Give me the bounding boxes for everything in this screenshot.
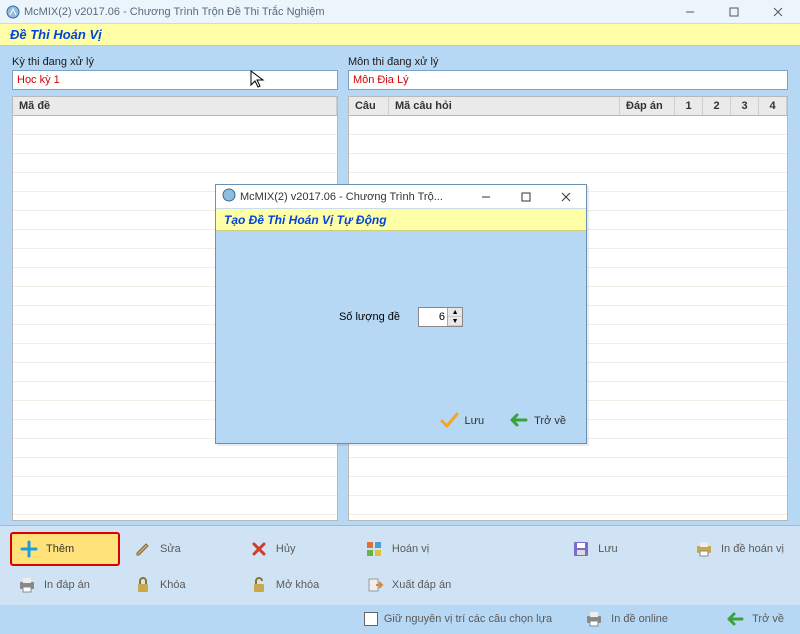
print-online-label: In đề online <box>611 613 668 625</box>
arrow-left-icon <box>724 608 746 630</box>
export-answer-button[interactable]: Xuất đáp án <box>358 570 558 600</box>
lock-icon <box>132 574 154 596</box>
dialog-minimize-button[interactable] <box>466 185 506 209</box>
dialog-maximize-button[interactable] <box>506 185 546 209</box>
back-button[interactable]: Trở về <box>718 604 790 634</box>
print-answer-label: In đáp án <box>44 579 90 591</box>
page-heading: Đề Thi Hoán Vị <box>10 27 102 42</box>
add-label: Thêm <box>46 543 74 555</box>
delete-label: Hủy <box>276 543 296 555</box>
keep-position-label: Giữ nguyên vị trí các câu chọn lựa <box>384 613 552 625</box>
dialog-back-button[interactable]: Trở về <box>508 412 566 431</box>
permute-label: Hoán vị <box>392 543 429 555</box>
app-icon <box>222 188 236 205</box>
spin-down-button[interactable]: ▼ <box>448 317 462 326</box>
dialog-heading-strip: Tạo Đề Thi Hoán Vị Tự Động <box>216 209 586 231</box>
exam-period-label: Kỳ thi đang xử lý <box>12 56 338 68</box>
unlock-button[interactable]: Mở khóa <box>242 570 352 600</box>
permute-button[interactable]: Hoán vị <box>358 534 558 564</box>
dialog-footer: Lưu Trở về <box>216 405 586 437</box>
print-permuted-button[interactable]: In đề hoán vị <box>687 534 790 564</box>
quantity-label: Số lượng đề <box>339 311 400 323</box>
col-1: 1 <box>675 97 703 115</box>
arrow-left-icon <box>508 412 528 431</box>
save-label: Lưu <box>598 543 618 555</box>
col-3: 3 <box>731 97 759 115</box>
window-title: McMIX(2) v2017.06 - Chương Trình Trộn Đề… <box>24 6 668 18</box>
quantity-stepper[interactable]: ▲ ▼ <box>418 307 463 327</box>
app-icon <box>6 5 20 19</box>
back-label: Trở về <box>752 613 784 625</box>
spin-up-button[interactable]: ▲ <box>448 308 462 317</box>
quantity-input[interactable] <box>419 308 447 326</box>
col-macauhoi: Mã câu hỏi <box>389 97 620 115</box>
lock-button[interactable]: Khóa <box>126 570 236 600</box>
edit-button[interactable]: Sửa <box>126 534 236 564</box>
dialog-title: McMIX(2) v2017.06 - Chương Trình Trộ... <box>240 191 466 203</box>
print-online-button[interactable]: In đề online <box>577 604 674 634</box>
dialog-heading: Tạo Đề Thi Hoán Vị Tự Động <box>224 213 387 227</box>
bottom-toolbar: Thêm Sửa Hủy Hoán vị Lưu In đáp án In đề… <box>0 525 800 605</box>
export-icon <box>364 574 386 596</box>
main-titlebar: McMIX(2) v2017.06 - Chương Trình Trộn Đề… <box>0 0 800 24</box>
printer-icon <box>693 538 715 560</box>
edit-label: Sửa <box>160 543 181 555</box>
subject-label: Môn thi đang xử lý <box>348 56 788 68</box>
dialog-back-label: Trở về <box>534 415 566 427</box>
subject-field[interactable] <box>348 70 788 90</box>
minimize-button[interactable] <box>668 0 712 24</box>
checkbox-icon <box>364 612 378 626</box>
left-grid-header: Mã đề <box>12 96 338 116</box>
col-dapan: Đáp án <box>620 97 675 115</box>
exam-period-field[interactable] <box>12 70 338 90</box>
unlock-label: Mở khóa <box>276 579 319 591</box>
col-cau: Câu <box>349 97 389 115</box>
col-2: 2 <box>703 97 731 115</box>
floppy-icon <box>570 538 592 560</box>
dialog-close-button[interactable] <box>546 185 586 209</box>
col-made: Mã đề <box>13 97 337 115</box>
printer-icon <box>16 574 38 596</box>
save-button[interactable]: Lưu <box>564 534 674 564</box>
right-grid-header: Câu Mã câu hỏi Đáp án 1 2 3 4 <box>348 96 788 116</box>
unlock-icon <box>248 574 270 596</box>
close-button[interactable] <box>756 0 800 24</box>
export-answer-label: Xuất đáp án <box>392 579 451 591</box>
maximize-button[interactable] <box>712 0 756 24</box>
keep-position-checkbox[interactable]: Giữ nguyên vị trí các câu chọn lựa <box>358 608 558 630</box>
dialog-body: Số lượng đề ▲ ▼ <box>216 231 586 403</box>
add-button[interactable]: Thêm <box>10 532 120 566</box>
create-permutation-dialog: McMIX(2) v2017.06 - Chương Trình Trộ... … <box>215 184 587 444</box>
printer-icon <box>583 608 605 630</box>
print-answer-button[interactable]: In đáp án <box>10 570 120 600</box>
lock-label: Khóa <box>160 579 186 591</box>
dialog-save-label: Lưu <box>465 415 485 427</box>
plus-icon <box>18 538 40 560</box>
delete-button[interactable]: Hủy <box>242 534 352 564</box>
dialog-titlebar: McMIX(2) v2017.06 - Chương Trình Trộ... <box>216 185 586 209</box>
print-permuted-label: In đề hoán vị <box>721 543 784 555</box>
heading-strip: Đề Thi Hoán Vị <box>0 24 800 46</box>
x-icon <box>248 538 270 560</box>
shuffle-icon <box>364 538 386 560</box>
check-icon <box>439 411 459 432</box>
col-4: 4 <box>759 97 787 115</box>
dialog-save-button[interactable]: Lưu <box>439 411 485 432</box>
pencil-icon <box>132 538 154 560</box>
